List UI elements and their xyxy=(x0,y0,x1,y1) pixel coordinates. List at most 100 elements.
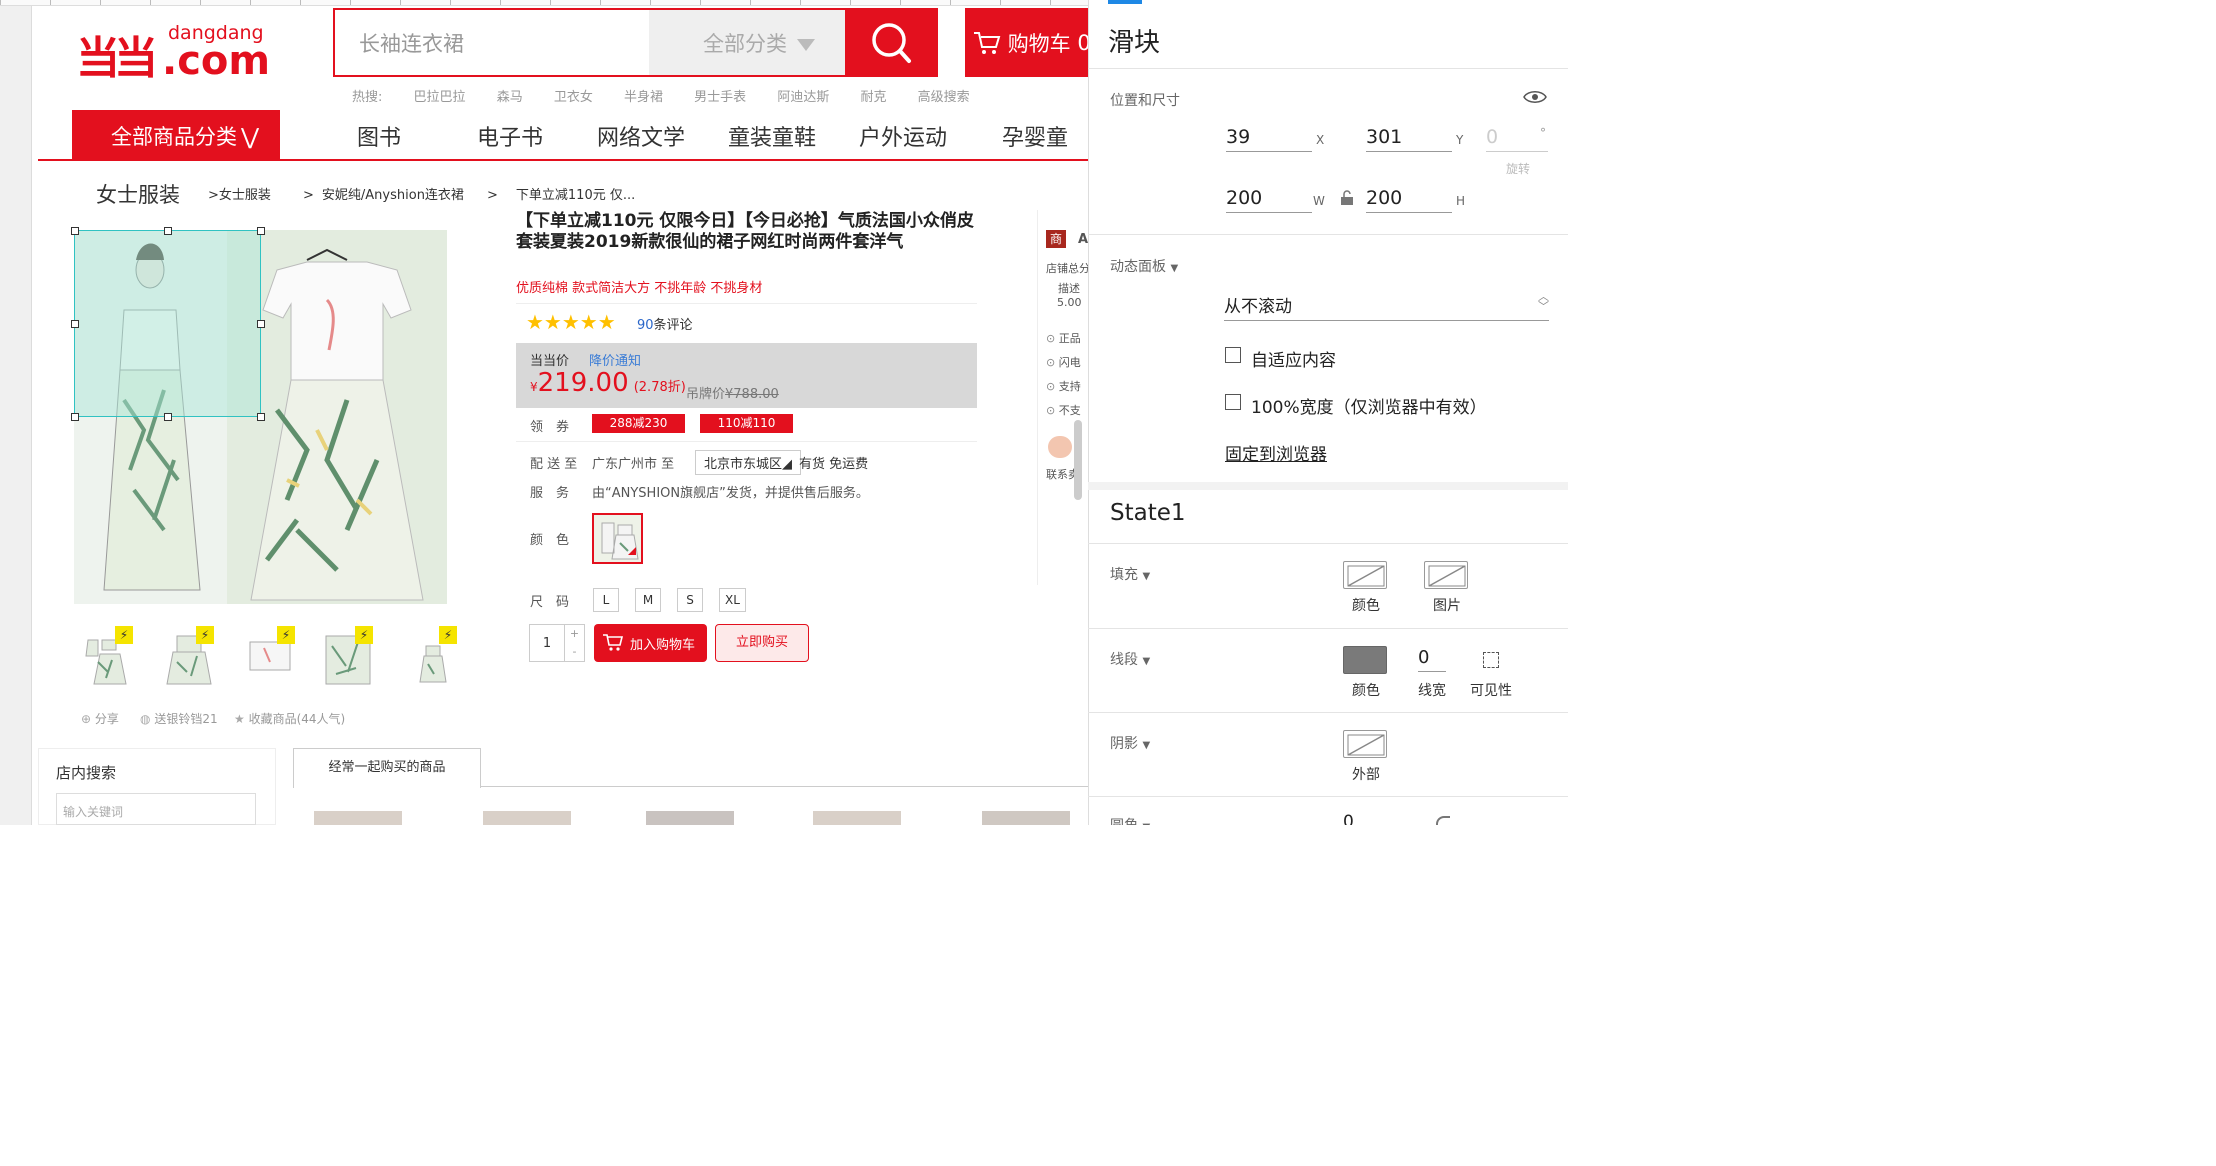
price-notice-link[interactable]: 降价通知 xyxy=(589,350,641,369)
search-category-select[interactable]: 全部分类 xyxy=(649,10,845,75)
divider xyxy=(1088,234,1568,235)
guarantee-unsupported: ⊙ 不支 xyxy=(1046,402,1081,418)
hot-search-item[interactable]: 耐克 xyxy=(860,86,886,105)
search-box[interactable]: 长袖连衣裙 全部分类 xyxy=(333,8,847,77)
state-name[interactable]: State1 xyxy=(1110,500,1186,526)
favorite-link[interactable]: ★ 收藏商品(44人气) xyxy=(234,710,345,727)
search-input[interactable]: 长袖连衣裙 xyxy=(359,28,464,58)
fill-color-swatch[interactable] xyxy=(1343,561,1387,589)
pin-to-browser-link[interactable]: 固定到浏览器 xyxy=(1225,440,1327,465)
resize-handle[interactable] xyxy=(257,227,265,235)
related-product-thumbnail[interactable] xyxy=(646,811,734,825)
height-input[interactable]: 200 xyxy=(1366,187,1452,213)
lock-icon[interactable] xyxy=(1340,190,1354,210)
quantity-stepper[interactable]: + - xyxy=(565,624,585,662)
resize-handle[interactable] xyxy=(257,320,265,328)
rotation-input[interactable]: 0 xyxy=(1486,126,1548,152)
color-option-selected[interactable] xyxy=(592,513,643,564)
nav-item-baby[interactable]: 孕婴童 xyxy=(1002,120,1068,152)
stroke-color-swatch[interactable] xyxy=(1343,646,1387,674)
hot-search-item[interactable]: 男士手表 xyxy=(694,86,746,105)
fill-section-toggle[interactable]: 填充 ▼ xyxy=(1110,564,1150,584)
stroke-width-input[interactable]: 0 xyxy=(1418,647,1446,672)
slider-selection-box[interactable] xyxy=(74,230,261,417)
hot-search-item[interactable]: 森马 xyxy=(497,86,523,105)
share-icon: ⊕ xyxy=(81,712,92,726)
scroll-mode-select[interactable]: 从不滚动 xyxy=(1224,292,1549,321)
eye-icon[interactable] xyxy=(1523,88,1547,110)
size-option[interactable]: M xyxy=(635,588,661,612)
nav-item-outdoor[interactable]: 户外运动 xyxy=(859,120,947,152)
stroke-color-caption: 颜色 xyxy=(1352,683,1380,699)
caret-down-icon xyxy=(797,39,815,51)
gift-bell-label: 送银铃铛21 xyxy=(154,712,218,726)
size-option[interactable]: S xyxy=(677,588,703,612)
corner-section-toggle[interactable]: 圆角 ▼ xyxy=(1110,815,1150,825)
hot-search-item[interactable]: 卫衣女 xyxy=(554,86,593,105)
ship-to-select[interactable]: 北京市东城区◢ xyxy=(695,450,802,475)
shop-name[interactable]: A xyxy=(1078,232,1088,247)
resize-handle[interactable] xyxy=(164,227,172,235)
flash-sale-icon: ⚡ xyxy=(355,626,373,644)
size-option[interactable]: L xyxy=(593,588,619,612)
advanced-search-link[interactable]: 高级搜索 xyxy=(918,86,970,105)
nav-item-ebooks[interactable]: 电子书 xyxy=(477,120,543,152)
coupon-button[interactable]: 288减230 xyxy=(592,414,685,433)
chevron-right-icon: > xyxy=(208,188,219,203)
width-input[interactable]: 200 xyxy=(1226,187,1312,213)
coupon-button[interactable]: 110减110 xyxy=(700,414,793,433)
corner-radius-input[interactable]: 0 xyxy=(1343,812,1354,825)
review-label: 条评论 xyxy=(653,318,693,333)
divider xyxy=(1088,543,1568,544)
related-product-thumbnail[interactable] xyxy=(483,811,571,825)
nav-item-books[interactable]: 图书 xyxy=(357,120,401,152)
quantity-input[interactable]: 1 xyxy=(529,624,565,662)
breadcrumb-item[interactable]: 安妮纯/Anyshion连衣裙 xyxy=(322,188,464,203)
visibility-icon[interactable] xyxy=(1483,652,1499,668)
breadcrumb-item[interactable]: 女士服装 xyxy=(219,188,271,203)
related-product-thumbnail[interactable] xyxy=(813,811,901,825)
size-option[interactable]: XL xyxy=(719,588,746,612)
all-categories-button[interactable]: 全部商品分类 ⋁ xyxy=(72,110,280,159)
updown-icon: ︿ ﹀ xyxy=(1538,290,1549,313)
flash-sale-icon: ⚡ xyxy=(439,626,457,644)
dynamic-panel-section-toggle[interactable]: 动态面板 ▼ xyxy=(1110,256,1178,276)
resize-handle[interactable] xyxy=(257,413,265,421)
add-to-cart-button[interactable]: 加入购物车 xyxy=(594,624,707,662)
nav-item-web-literature[interactable]: 网络文学 xyxy=(597,120,685,152)
breadcrumb-root[interactable]: 女士服装 xyxy=(96,179,180,209)
qty-plus-button[interactable]: + xyxy=(565,625,584,643)
resize-handle[interactable] xyxy=(71,320,79,328)
share-link[interactable]: ⊕ 分享 xyxy=(81,710,119,727)
resize-handle[interactable] xyxy=(164,413,172,421)
caret-down-icon: ▼ xyxy=(1170,263,1179,274)
shop-info-sidebar: 商 A 店铺总分 描述 5.00 ⊙ 正品 ⊙ 闪电 ⊙ 支持 ⊙ 不支 联系卖 xyxy=(1037,210,1090,585)
shadow-section-toggle[interactable]: 阴影 ▼ xyxy=(1110,733,1150,753)
qty-minus-button[interactable]: - xyxy=(565,643,584,661)
dangdang-logo[interactable]: 当当 dangdang .com xyxy=(76,18,270,84)
x-input[interactable]: 39 xyxy=(1226,126,1312,152)
search-button[interactable] xyxy=(845,8,938,77)
related-product-thumbnail[interactable] xyxy=(314,811,402,825)
sidebar-scrollbar[interactable] xyxy=(1074,420,1082,500)
review-count-link[interactable]: 90条评论 xyxy=(637,314,693,333)
hot-search-item[interactable]: 阿迪达斯 xyxy=(777,86,829,105)
shadow-outer-swatch[interactable] xyxy=(1343,730,1387,758)
customer-service-avatar xyxy=(1048,436,1072,458)
fit-content-checkbox[interactable] xyxy=(1225,347,1241,363)
tab-frequently-bought[interactable]: 经常一起购买的商品 xyxy=(293,748,481,788)
resize-handle[interactable] xyxy=(71,227,79,235)
hot-search-item[interactable]: 半身裙 xyxy=(624,86,663,105)
y-input[interactable]: 301 xyxy=(1366,126,1452,152)
cart-button[interactable]: 购物车 0 xyxy=(965,8,1091,77)
buy-now-button[interactable]: 立即购买 xyxy=(715,624,809,662)
stroke-section-toggle[interactable]: 线段 ▼ xyxy=(1110,649,1150,669)
related-product-thumbnail[interactable] xyxy=(982,811,1070,825)
full-width-checkbox[interactable] xyxy=(1225,394,1241,410)
gift-bell-link[interactable]: ◍ 送银铃铛21 xyxy=(140,710,218,727)
resize-handle[interactable] xyxy=(71,413,79,421)
hot-search-item[interactable]: 巴拉巴拉 xyxy=(414,86,466,105)
nav-item-kids-wear[interactable]: 童装童鞋 xyxy=(728,120,816,152)
store-keyword-input[interactable]: 输入关键词 xyxy=(56,793,256,825)
fill-image-swatch[interactable] xyxy=(1424,561,1468,589)
